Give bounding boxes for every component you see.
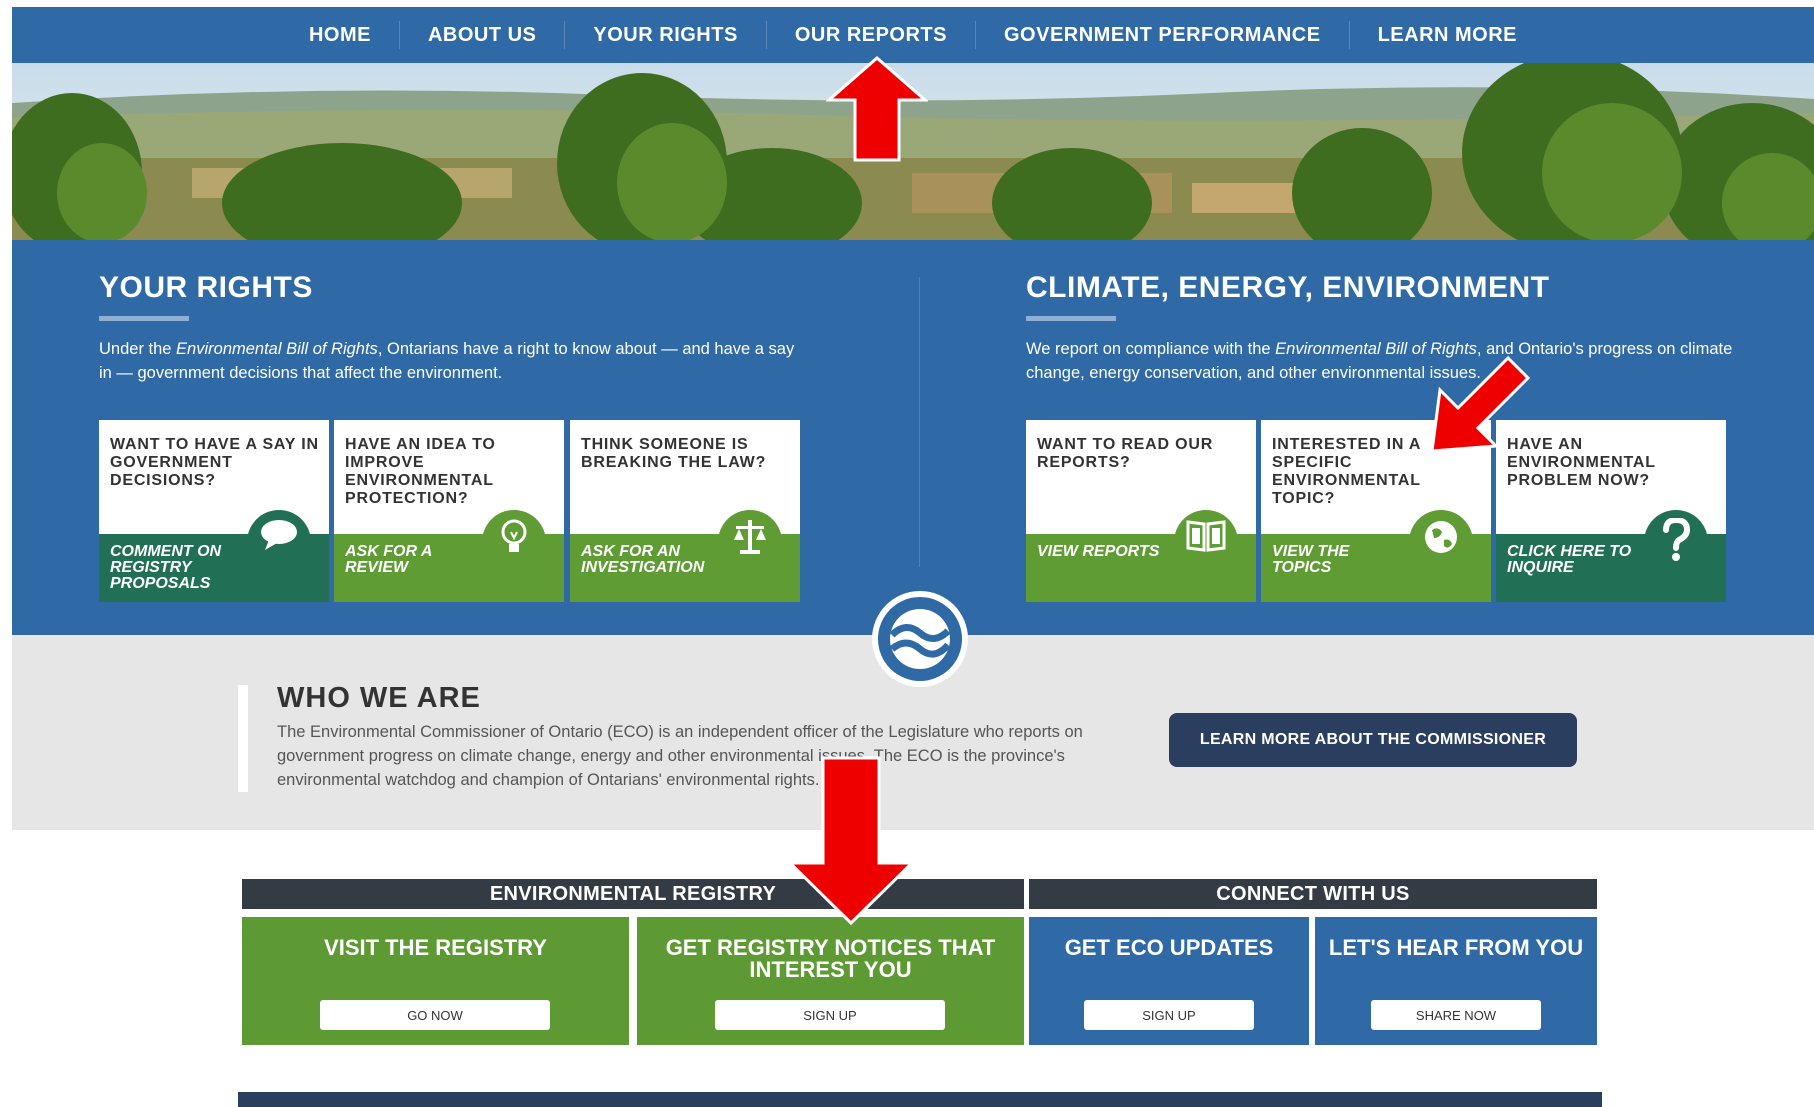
tile-visit-registry: VISIT THE REGISTRY GO NOW bbox=[242, 917, 629, 1045]
go-now-button[interactable]: GO NOW bbox=[320, 1000, 550, 1030]
card-comment-on-registry[interactable]: WANT TO HAVE A SAY IN GOVERNMENT DECISIO… bbox=[99, 420, 329, 602]
card-question: WANT TO HAVE A SAY IN GOVERNMENT DECISIO… bbox=[110, 436, 319, 489]
annotation-arrow-up-icon bbox=[826, 56, 928, 162]
nav-item-government-performance[interactable]: GOVERNMENT PERFORMANCE bbox=[975, 21, 1349, 49]
card-read-reports[interactable]: WANT TO READ OUR REPORTS? VIEW REPORTS bbox=[1026, 420, 1256, 602]
annotation-arrow-down-icon bbox=[786, 756, 916, 926]
sign-up-updates-button[interactable]: SIGN UP bbox=[1084, 1000, 1254, 1030]
heading-underline bbox=[1026, 316, 1116, 321]
globe-icon bbox=[1409, 510, 1473, 562]
card-question: THINK SOMEONE IS BREAKING THE LAW? bbox=[581, 436, 767, 471]
share-now-button[interactable]: SHARE NOW bbox=[1371, 1000, 1541, 1030]
question-mark-icon bbox=[1644, 510, 1708, 562]
card-ask-for-investigation[interactable]: THINK SOMEONE IS BREAKING THE LAW? ASK F… bbox=[570, 420, 800, 602]
nav-item-your-rights[interactable]: YOUR RIGHTS bbox=[564, 21, 765, 49]
card-link[interactable]: VIEW REPORTS bbox=[1037, 544, 1167, 560]
card-link[interactable]: VIEW THE TOPICS bbox=[1272, 544, 1402, 576]
your-rights-heading: YOUR RIGHTS bbox=[99, 271, 313, 304]
climate-description: We report on compliance with the Environ… bbox=[1026, 340, 1733, 382]
card-link[interactable]: COMMENT ON REGISTRY PROPOSALS bbox=[110, 544, 240, 592]
card-link[interactable]: CLICK HERE TO INQUIRE bbox=[1507, 544, 1637, 576]
tile-registry-notices: GET REGISTRY NOTICES THAT INTEREST YOU S… bbox=[637, 917, 1024, 1045]
card-link[interactable]: ASK FOR A REVIEW bbox=[345, 544, 475, 576]
nav-item-about-us[interactable]: ABOUT US bbox=[398, 21, 564, 49]
tile-title: GET ECO UPDATES bbox=[1064, 935, 1274, 960]
accent-bar bbox=[238, 685, 248, 792]
your-rights-description: Under the Environmental Bill of Rights, … bbox=[99, 340, 795, 382]
annotation-arrow-diagonal-icon bbox=[1430, 355, 1531, 453]
book-icon bbox=[1174, 510, 1238, 562]
learn-more-commissioner-button[interactable]: LEARN MORE ABOUT THE COMMISSIONER bbox=[1169, 713, 1577, 767]
card-action-area[interactable]: ASK FOR AN INVESTIGATION bbox=[570, 510, 800, 602]
tile-title: VISIT THE REGISTRY bbox=[324, 935, 547, 960]
tile-eco-updates: GET ECO UPDATES SIGN UP bbox=[1029, 917, 1309, 1045]
nav-item-home[interactable]: HOME bbox=[281, 21, 399, 49]
tile-hear-from-you: LET'S HEAR FROM YOU SHARE NOW bbox=[1315, 917, 1597, 1045]
card-action-area[interactable]: COMMENT ON REGISTRY PROPOSALS bbox=[99, 510, 329, 602]
sign-up-registry-button[interactable]: SIGN UP bbox=[715, 1000, 945, 1030]
card-link[interactable]: ASK FOR AN INVESTIGATION bbox=[581, 544, 711, 576]
lightbulb-icon bbox=[482, 510, 546, 562]
who-we-are-description: The Environmental Commissioner of Ontari… bbox=[277, 723, 1083, 789]
card-action-area[interactable]: CLICK HERE TO INQUIRE bbox=[1496, 510, 1726, 602]
nav-item-learn-more[interactable]: LEARN MORE bbox=[1348, 21, 1545, 49]
who-we-are-heading: WHO WE ARE bbox=[277, 682, 481, 714]
section-divider bbox=[919, 277, 920, 567]
eco-logo bbox=[872, 591, 968, 687]
card-question: HAVE AN IDEA TO IMPROVE ENVIRONMENTAL PR… bbox=[345, 436, 496, 507]
speech-bubble-icon bbox=[247, 510, 311, 562]
card-question: HAVE AN ENVIRONMENTAL PROBLEM NOW? bbox=[1507, 436, 1656, 489]
card-action-area[interactable]: VIEW REPORTS bbox=[1026, 510, 1256, 602]
card-action-area[interactable]: ASK FOR A REVIEW bbox=[334, 510, 564, 602]
top-navigation: HOME ABOUT US YOUR RIGHTS OUR REPORTS GO… bbox=[12, 7, 1814, 63]
climate-energy-environment-heading: CLIMATE, ENERGY, ENVIRONMENT bbox=[1026, 271, 1550, 304]
heading-underline bbox=[99, 316, 189, 321]
nav-item-our-reports[interactable]: OUR REPORTS bbox=[765, 21, 975, 49]
nav-menu: HOME ABOUT US YOUR RIGHTS OUR REPORTS GO… bbox=[12, 7, 1814, 63]
tile-title: LET'S HEAR FROM YOU bbox=[1328, 935, 1584, 960]
connect-with-us-header: CONNECT WITH US bbox=[1029, 879, 1597, 909]
card-action-area[interactable]: VIEW THE TOPICS bbox=[1261, 510, 1491, 602]
tile-title: GET REGISTRY NOTICES THAT INTEREST YOU bbox=[665, 935, 996, 982]
card-question: WANT TO READ OUR REPORTS? bbox=[1037, 436, 1214, 471]
footer-banner-edge bbox=[238, 1092, 1602, 1107]
card-ask-for-review[interactable]: HAVE AN IDEA TO IMPROVE ENVIRONMENTAL PR… bbox=[334, 420, 564, 602]
scales-icon bbox=[718, 510, 782, 562]
